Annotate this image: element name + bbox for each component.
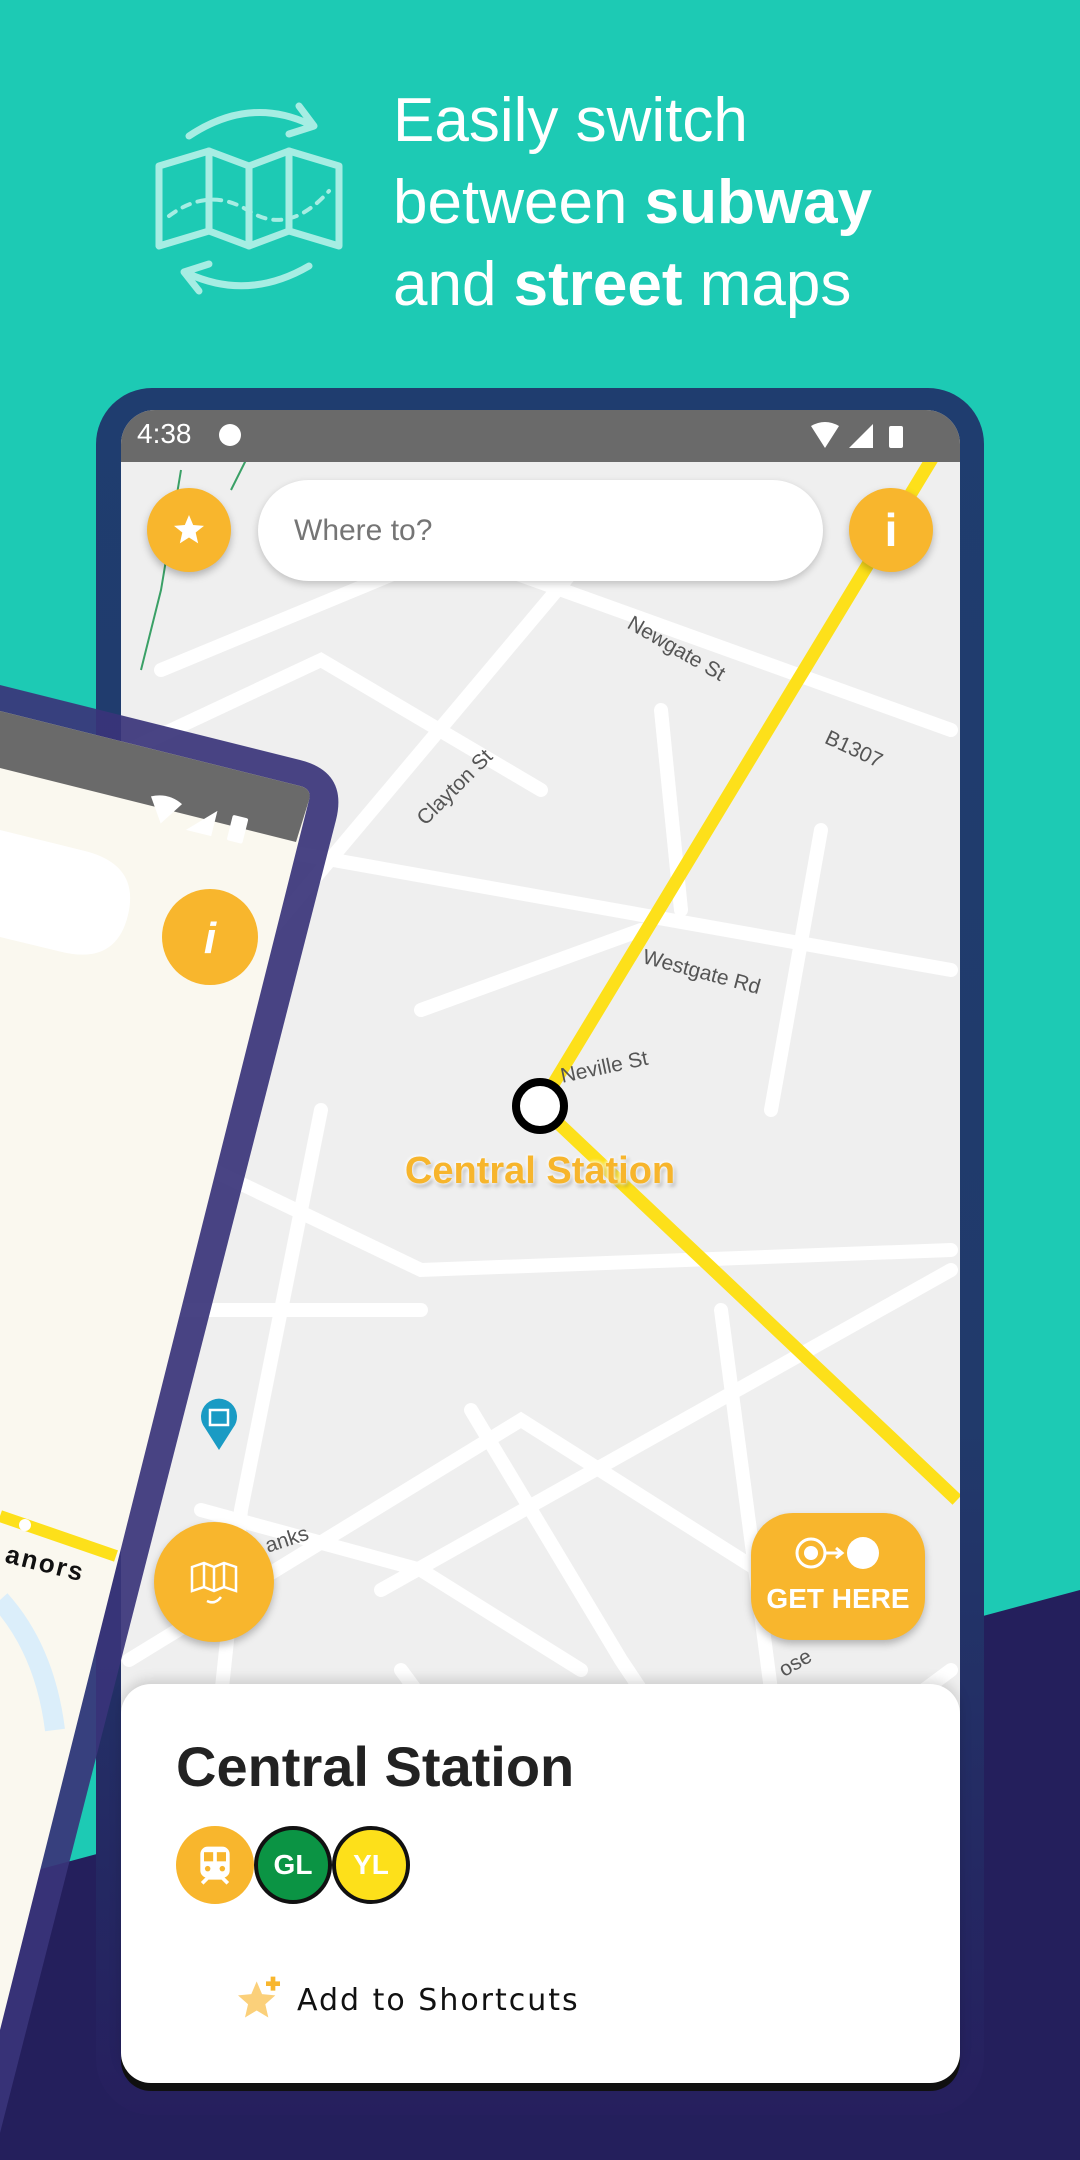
- signal-icon: [849, 424, 873, 448]
- search-bar[interactable]: [258, 480, 823, 581]
- info-button-label: i: [204, 914, 217, 963]
- status-bar: 4:38: [121, 410, 960, 462]
- headline-line-3: and street maps: [393, 250, 852, 319]
- station-dot[interactable]: [19, 1519, 31, 1531]
- map-toggle-button[interactable]: [154, 1522, 274, 1642]
- map-switch-icon: [190, 1561, 238, 1604]
- get-here-button[interactable]: GET HERE: [751, 1513, 925, 1640]
- add-to-shortcuts-button[interactable]: Add to Shortcuts: [231, 1972, 580, 2028]
- status-time: 4:38: [137, 418, 192, 449]
- train-icon: [176, 1826, 254, 1904]
- station-title: Central Station: [176, 1735, 575, 1798]
- museum-pin-icon[interactable]: [199, 1398, 239, 1450]
- info-button[interactable]: i: [849, 488, 933, 572]
- notification-icon: [219, 424, 241, 446]
- headline-line-1: Easily switch: [393, 86, 748, 155]
- station-map-label[interactable]: Central Station: [405, 1150, 675, 1193]
- star-sparkle-icon: [174, 515, 204, 544]
- street-map-screen: Newgate St B1307 Clayton St Westgate Rd …: [121, 410, 960, 2083]
- headline-line-2: between subway: [393, 168, 873, 237]
- star-plus-icon: [238, 1976, 280, 2018]
- status-icons: [811, 422, 903, 448]
- line-badge-yl[interactable]: YL: [332, 1826, 410, 1904]
- wifi-icon: [811, 422, 839, 448]
- station-card: Central Station GL YL Add to Shortcuts: [121, 1684, 960, 2083]
- map-switch-icon: [155, 102, 343, 295]
- shortcuts-button[interactable]: [147, 488, 231, 572]
- search-input[interactable]: [292, 512, 776, 549]
- route-icon: [795, 1537, 879, 1569]
- line-badge-gl[interactable]: GL: [254, 1826, 332, 1904]
- station-marker[interactable]: [512, 1078, 568, 1134]
- battery-icon: [889, 426, 903, 448]
- get-here-label: GET HERE: [766, 1583, 910, 1614]
- promo-headline: Easily switch between subway and street …: [393, 80, 993, 326]
